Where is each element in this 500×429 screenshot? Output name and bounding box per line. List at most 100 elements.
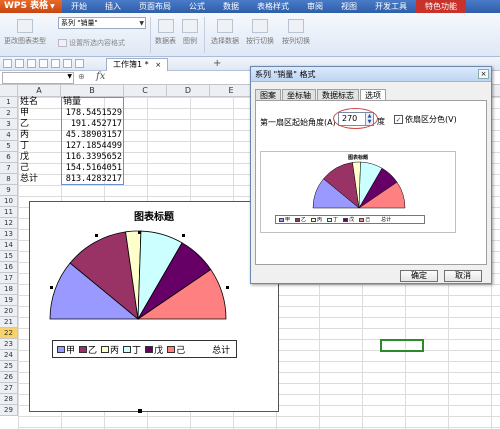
row-header[interactable]: 6 [0, 152, 18, 163]
menu-item[interactable]: 插入 [96, 0, 130, 13]
sales-cell[interactable]: 191.452717 [61, 119, 122, 130]
cancel-button[interactable]: 取消 [444, 270, 482, 282]
selection-handle[interactable] [138, 231, 141, 234]
menu-item[interactable]: 视图 [332, 0, 366, 13]
row-header[interactable]: 23 [0, 339, 18, 350]
open-icon[interactable] [15, 59, 24, 68]
name-cell[interactable]: 己 [20, 163, 60, 174]
row-header[interactable]: 13 [0, 229, 18, 240]
switch-col-button[interactable]: 按列切换 [282, 19, 310, 46]
legend-entry[interactable]: 己 [167, 343, 185, 356]
legend-entry[interactable]: 乙 [79, 343, 97, 356]
active-cell[interactable] [380, 339, 424, 352]
row-header[interactable]: 19 [0, 295, 18, 306]
row-header[interactable]: 12 [0, 218, 18, 229]
legend-entry[interactable]: 戊 [145, 343, 163, 356]
row-header[interactable]: 26 [0, 372, 18, 383]
save-icon[interactable] [27, 59, 36, 68]
row-header[interactable]: 17 [0, 273, 18, 284]
row-header[interactable]: 4 [0, 130, 18, 141]
selection-handle[interactable] [95, 234, 98, 237]
select-data-button[interactable]: 选择数据 [211, 19, 239, 46]
sales-cell[interactable]: 178.5451529 [61, 108, 122, 119]
name-cell[interactable]: 丙 [20, 130, 60, 141]
row-header[interactable]: 29 [0, 405, 18, 416]
row-header[interactable]: 11 [0, 207, 18, 218]
menu-item[interactable]: 表格样式 [248, 0, 298, 13]
sales-cell[interactable]: 45.38903157 [61, 130, 122, 141]
close-icon[interactable]: × [155, 61, 161, 69]
print-icon[interactable] [39, 59, 48, 68]
menu-item[interactable]: 页面布局 [130, 0, 180, 13]
sales-cell[interactable]: 154.5164051 [61, 163, 122, 174]
name-cell[interactable]: 丁 [20, 141, 60, 152]
zoom-icon[interactable]: ⊕ [78, 72, 85, 81]
column-header[interactable]: A [18, 85, 61, 97]
menu-item[interactable]: 审阅 [298, 0, 332, 13]
menu-item[interactable]: 公式 [180, 0, 214, 13]
row-header[interactable]: 22 [0, 328, 18, 339]
menu-item[interactable]: 特色功能 [416, 0, 466, 13]
ok-button[interactable]: 确定 [400, 270, 438, 282]
redo-icon[interactable] [75, 59, 84, 68]
close-icon[interactable]: × [478, 69, 489, 79]
resize-handle[interactable] [138, 409, 142, 413]
row-header[interactable]: 15 [0, 251, 18, 262]
row-header[interactable]: 3 [0, 119, 18, 130]
name-cell[interactable]: 乙 [20, 119, 60, 130]
selection-handle[interactable] [226, 286, 229, 289]
name-cell[interactable]: 戊 [20, 152, 60, 163]
legend-entry[interactable]: 丁 [123, 343, 141, 356]
menu-item[interactable]: 数据 [214, 0, 248, 13]
column-header[interactable]: E [210, 85, 253, 97]
legend-button[interactable]: 图例 [182, 19, 198, 46]
vary-colors-checkbox[interactable]: ✓ 依扇区分色(V) [394, 114, 457, 125]
new-file-icon[interactable] [3, 59, 12, 68]
name-box[interactable]: ▼ [2, 72, 74, 84]
dialog-titlebar[interactable]: 系列 "销量" 格式 × [251, 67, 491, 82]
row-header[interactable]: 21 [0, 317, 18, 328]
row-header[interactable]: 10 [0, 196, 18, 207]
preview-icon[interactable] [51, 59, 60, 68]
change-chart-type-button[interactable]: 更改图表类型 [4, 19, 46, 46]
format-selection-button[interactable]: 设置所选内容格式 [58, 38, 125, 48]
row-header[interactable]: 14 [0, 240, 18, 251]
menu-item[interactable]: 开始 [62, 0, 96, 13]
app-menu-button[interactable]: WPS 表格 ▼ [0, 0, 62, 13]
column-header[interactable]: D [167, 85, 210, 97]
selection-handle[interactable] [182, 234, 185, 237]
sales-cell[interactable]: 116.3395652 [61, 152, 122, 163]
header-cell-sales[interactable]: 销量 [63, 97, 121, 108]
row-header[interactable]: 24 [0, 350, 18, 361]
name-cell[interactable]: 总计 [20, 174, 60, 185]
chart-element-select[interactable]: 系列 "销量" ▼ [58, 17, 146, 29]
select-all-corner[interactable] [0, 85, 18, 97]
sales-cell[interactable]: 127.1854499 [61, 141, 122, 152]
row-header[interactable]: 16 [0, 262, 18, 273]
row-header[interactable]: 25 [0, 361, 18, 372]
row-header[interactable]: 1 [0, 97, 18, 108]
row-header[interactable]: 27 [0, 383, 18, 394]
row-header[interactable]: 18 [0, 284, 18, 295]
pie-chart[interactable]: 图表标题 甲 乙 丙 丁 戊 己 总计 [29, 201, 280, 413]
pie-slice-总计[interactable] [50, 319, 226, 407]
chart-legend[interactable]: 甲 乙 丙 丁 戊 己 总计 [52, 340, 237, 358]
tab-workbook[interactable]: 工作簿1 * × [106, 58, 169, 71]
row-header[interactable]: 5 [0, 141, 18, 152]
legend-entry[interactable]: 甲 [57, 343, 75, 356]
row-header[interactable]: 9 [0, 185, 18, 196]
row-header[interactable]: 28 [0, 394, 18, 405]
row-header[interactable]: 2 [0, 108, 18, 119]
chart-title[interactable]: 图表标题 [30, 208, 278, 223]
checkbox-box[interactable]: ✓ [394, 115, 403, 124]
row-header[interactable]: 20 [0, 306, 18, 317]
data-table-button[interactable]: 数据表 [155, 19, 176, 46]
chart-plot[interactable] [30, 202, 280, 413]
row-header[interactable]: 8 [0, 174, 18, 185]
header-cell-name[interactable]: 姓名 [20, 97, 60, 108]
column-header[interactable]: B [61, 85, 124, 97]
name-cell[interactable]: 甲 [20, 108, 60, 119]
row-header[interactable]: 7 [0, 163, 18, 174]
undo-icon[interactable] [63, 59, 72, 68]
sales-cell[interactable]: 813.4283217 [61, 174, 122, 185]
